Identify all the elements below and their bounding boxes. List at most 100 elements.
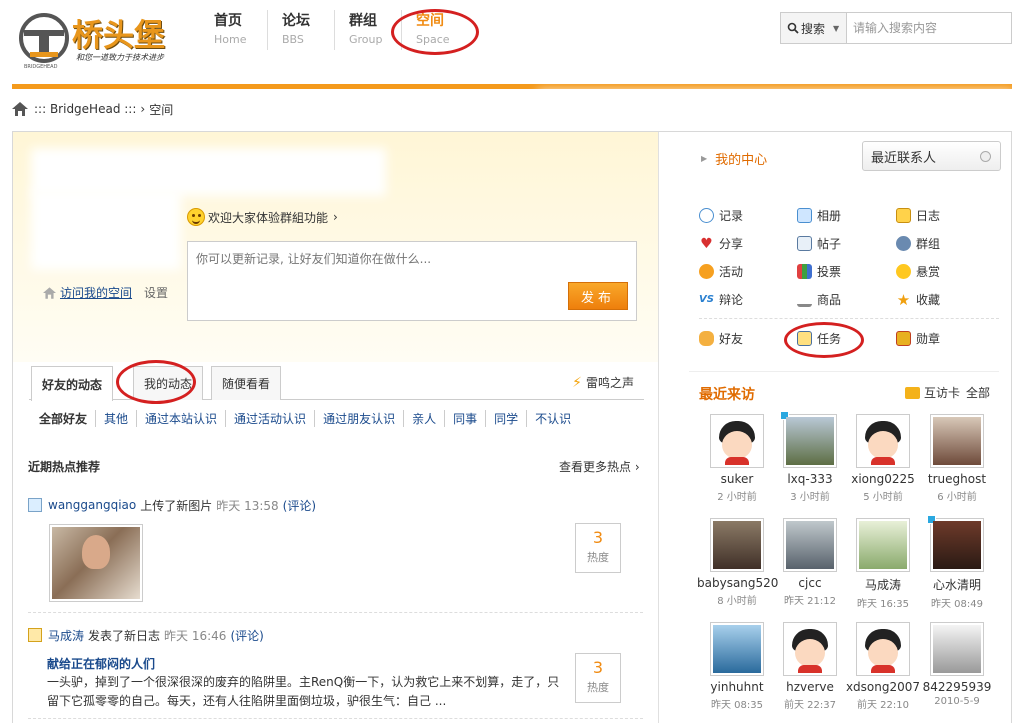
visitor-name[interactable]: 842295939: [917, 680, 997, 694]
visitor-card[interactable]: suker 2 小时前: [697, 414, 777, 503]
app-activity[interactable]: 活动: [699, 263, 743, 280]
visitor-name[interactable]: lxq-333: [770, 472, 850, 486]
home-icon[interactable]: [12, 102, 28, 116]
visitor-name[interactable]: trueghost: [917, 472, 997, 486]
filter-classmate[interactable]: 同学: [485, 410, 526, 427]
avatar[interactable]: [783, 518, 837, 572]
app-bounty[interactable]: 悬赏: [896, 263, 940, 280]
breadcrumb-site[interactable]: ::: BridgeHead :::: [34, 102, 136, 116]
visitor-name[interactable]: hzverve: [770, 680, 850, 694]
heat-value: 3: [592, 528, 604, 547]
all-visitors-link[interactable]: 全部: [966, 384, 990, 401]
my-center-link[interactable]: ▶ 我的中心: [701, 149, 767, 168]
heat-counter[interactable]: 3 热度: [575, 653, 621, 703]
app-share[interactable]: ♥ 分享: [699, 235, 743, 252]
visitor-card[interactable]: cjcc 昨天 21:12: [770, 518, 850, 607]
visitor-card[interactable]: 马成涛 昨天 16:35: [843, 518, 923, 610]
visitor-name[interactable]: babysang520: [697, 576, 778, 590]
more-hot-link[interactable]: 查看更多热点 ›: [559, 458, 640, 475]
app-poll[interactable]: 投票: [797, 263, 841, 280]
app-posts[interactable]: 帖子: [797, 235, 841, 252]
app-goods[interactable]: 商品: [797, 291, 841, 308]
filter-other[interactable]: 其他: [95, 410, 136, 427]
search-input[interactable]: [847, 13, 1011, 43]
app-friends[interactable]: 好友: [699, 330, 743, 347]
app-record[interactable]: 记录: [699, 207, 743, 224]
feed-user-link[interactable]: wanggangqiao: [48, 498, 136, 512]
visitor-name[interactable]: 心水清明: [917, 576, 997, 593]
feed-divider: [28, 718, 643, 719]
visitor-name[interactable]: suker: [697, 472, 777, 486]
visitor-card[interactable]: babysang520 8 小时前: [697, 518, 778, 607]
visitor-card[interactable]: xdsong2007 前天 22:10: [843, 622, 923, 711]
visitor-card[interactable]: yinhuhnt 昨天 08:35: [697, 622, 777, 711]
app-blog[interactable]: 日志: [896, 207, 940, 224]
chevron-down-icon: ▼: [833, 23, 840, 33]
search-type-dropdown[interactable]: 搜索 ▼: [781, 13, 847, 43]
avatar[interactable]: [710, 622, 764, 676]
filter-colleague[interactable]: 同事: [444, 410, 485, 427]
visitor-name[interactable]: xiong0225: [843, 472, 923, 486]
avatar[interactable]: [856, 622, 910, 676]
app-medals[interactable]: 勋章: [896, 330, 940, 347]
filter-unknown[interactable]: 不认识: [526, 410, 579, 427]
blog-title-link[interactable]: 献给正在郁闷的人们: [47, 655, 155, 672]
nav-item-home[interactable]: 首页 Home: [200, 10, 267, 50]
site-logo[interactable]: 桥头堡 和您一道致力于技术进步 BRIDGEHEAD: [18, 8, 183, 70]
feed-photo-thumbnail[interactable]: [49, 524, 143, 602]
visit-space-links: 访问我的空间 设置: [43, 284, 168, 301]
publish-button[interactable]: 发布: [568, 282, 628, 310]
avatar[interactable]: [856, 518, 910, 572]
tab-browse[interactable]: 随便看看: [211, 366, 282, 400]
visit-card-link[interactable]: 互访卡: [924, 384, 960, 401]
visitor-card[interactable]: 心水清明 昨天 08:49: [917, 515, 997, 610]
cart-icon: [797, 292, 812, 307]
visit-my-space-link[interactable]: 访问我的空间: [60, 284, 132, 301]
filter-friends[interactable]: 通过朋友认识: [314, 410, 403, 427]
app-tasks[interactable]: 任务: [797, 330, 841, 347]
default-avatar-icon: [713, 417, 761, 465]
avatar[interactable]: [856, 414, 910, 468]
app-favorites[interactable]: ★ 收藏: [896, 291, 940, 309]
nav-item-group[interactable]: 群组 Group: [334, 10, 401, 50]
avatar[interactable]: [780, 411, 837, 468]
nav-item-bbs[interactable]: 论坛 BBS: [267, 10, 334, 50]
avatar[interactable]: [783, 622, 837, 676]
tab-friends-feed[interactable]: 好友的动态: [31, 366, 114, 401]
app-groups[interactable]: 群组: [896, 235, 940, 252]
visitor-name[interactable]: xdsong2007: [843, 680, 923, 694]
visitor-card[interactable]: xiong0225 5 小时前: [843, 414, 923, 503]
visitor-card[interactable]: hzverve 前天 22:37: [770, 622, 850, 711]
visitor-name[interactable]: 马成涛: [843, 576, 923, 593]
app-debate[interactable]: VS 辩论: [699, 291, 743, 308]
visitor-card[interactable]: trueghost 6 小时前: [917, 414, 997, 503]
visitor-card[interactable]: lxq-333 3 小时前: [770, 411, 850, 503]
app-album[interactable]: 相册: [797, 207, 841, 224]
filter-activity[interactable]: 通过活动认识: [225, 410, 314, 427]
feed-comment-link[interactable]: (评论): [230, 627, 263, 644]
my-center-label: 我的中心: [715, 153, 768, 168]
thunder-link[interactable]: ⚡ 雷鸣之声: [572, 374, 634, 391]
poll-icon: [797, 264, 812, 279]
avatar[interactable]: [710, 518, 764, 572]
avatar[interactable]: [927, 515, 984, 572]
feed-user-link[interactable]: 马成涛: [48, 627, 84, 644]
filter-all-friends[interactable]: 全部好友: [37, 410, 95, 427]
avatar[interactable]: [710, 414, 764, 468]
welcome-notice[interactable]: 欢迎大家体验群組功能 ›: [187, 208, 338, 226]
tab-my-feed[interactable]: 我的动态: [133, 366, 204, 400]
feed-comment-link[interactable]: (评论): [283, 497, 316, 514]
visitor-name[interactable]: yinhuhnt: [697, 680, 777, 694]
avatar[interactable]: [930, 414, 984, 468]
settings-link[interactable]: 设置: [144, 284, 168, 301]
filter-family[interactable]: 亲人: [403, 410, 444, 427]
nav-item-space[interactable]: 空间 Space: [401, 10, 468, 50]
visitor-card[interactable]: 842295939 2010-5-9: [917, 622, 997, 707]
heat-counter[interactable]: 3 热度: [575, 523, 621, 573]
visitor-time: 前天 22:10: [857, 700, 909, 711]
heat-value: 3: [592, 658, 604, 677]
filter-site[interactable]: 通过本站认识: [136, 410, 225, 427]
recent-contacts-button[interactable]: 最近联系人: [862, 141, 1001, 171]
visitor-name[interactable]: cjcc: [770, 576, 850, 590]
avatar[interactable]: [930, 622, 984, 676]
